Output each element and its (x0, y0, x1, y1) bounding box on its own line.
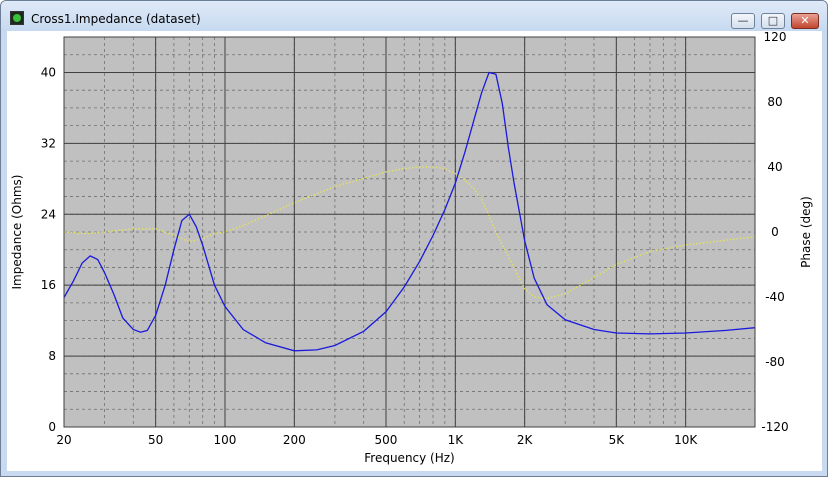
x-axis-label: Frequency (Hz) (364, 451, 455, 465)
title-bar[interactable]: Cross1.Impedance (dataset) — □ ✕ (1, 1, 827, 33)
x-tick-label: 20 (56, 433, 71, 447)
chart-area: 20 50 100 200 500 1K 2K 5K 10K 0 8 16 24 32 40 -120 -8… (7, 30, 822, 471)
y2-tick-label: 120 (764, 31, 787, 44)
y-axis-label: Impedance (Ohms) (10, 175, 24, 290)
maximize-button[interactable]: □ (761, 13, 785, 29)
close-icon: ✕ (800, 14, 810, 27)
y2-tick-label: 80 (767, 95, 782, 109)
minimize-icon: — (737, 14, 749, 27)
y2-tick-label: -40 (765, 290, 785, 304)
y2-tick-label: 40 (767, 160, 782, 174)
y-tick-label: 32 (41, 136, 56, 150)
close-button[interactable]: ✕ (791, 13, 819, 29)
x-tick-label: 10K (674, 433, 698, 447)
app-icon[interactable] (10, 11, 24, 25)
x-tick-label: 100 (214, 433, 237, 447)
x-axis-ticks: 20 50 100 200 500 1K 2K 5K 10K (56, 433, 698, 447)
y-tick-label: 40 (41, 65, 56, 79)
x-tick-label: 500 (375, 433, 398, 447)
y2-axis-ticks: -120 -80 -40 0 40 80 120 (761, 30, 788, 434)
y-tick-label: 16 (41, 278, 56, 292)
window-title: Cross1.Impedance (dataset) (31, 12, 201, 26)
x-tick-label: 2K (517, 433, 534, 447)
y-tick-label: 0 (48, 420, 56, 434)
y-tick-label: 24 (41, 207, 56, 221)
x-tick-label: 200 (283, 433, 306, 447)
minimize-button[interactable]: — (731, 13, 755, 29)
x-tick-label: 1K (448, 433, 465, 447)
y-axis-ticks: 0 8 16 24 32 40 (41, 65, 56, 434)
y2-tick-label: -120 (761, 420, 788, 434)
y-tick-label: 8 (48, 349, 56, 363)
maximize-icon: □ (767, 14, 779, 27)
impedance-chart: 20 50 100 200 500 1K 2K 5K 10K 0 8 16 24 32 40 -120 -8… (10, 30, 813, 465)
y2-tick-label: 0 (771, 225, 779, 239)
x-tick-label: 5K (609, 433, 626, 447)
x-tick-label: 50 (148, 433, 163, 447)
y2-axis-label: Phase (deg) (799, 196, 813, 268)
y2-tick-label: -80 (765, 355, 785, 369)
chart-window: Cross1.Impedance (dataset) — □ ✕ 20 50 100… (0, 0, 828, 477)
